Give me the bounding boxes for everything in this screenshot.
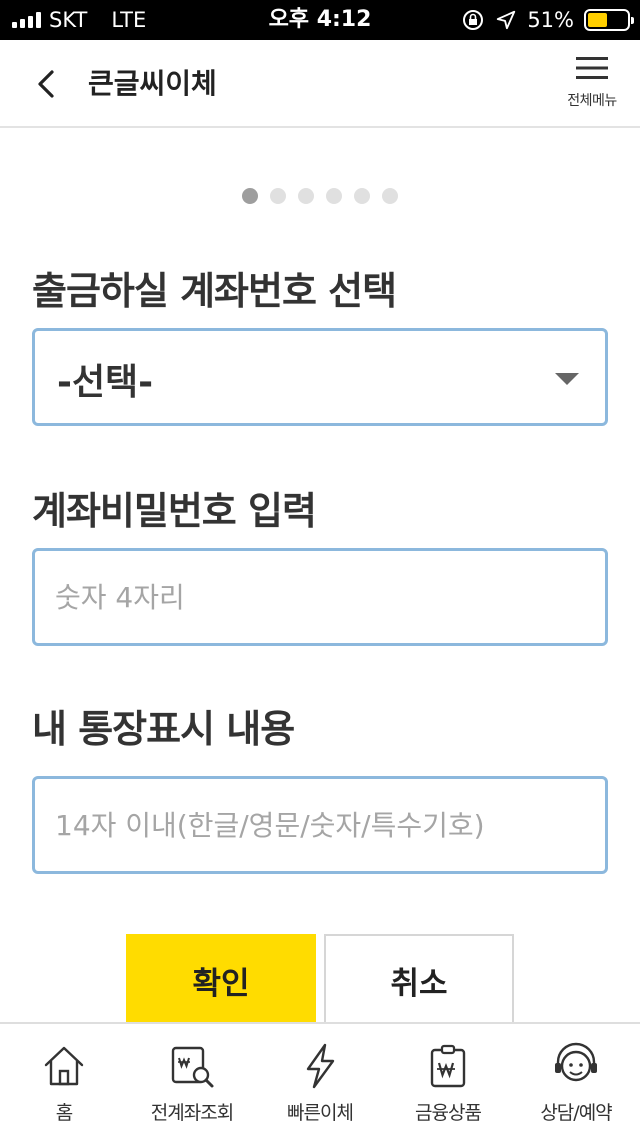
hamburger-menu-icon	[576, 57, 608, 79]
app-header: 큰글씨이체 전체메뉴	[0, 40, 640, 128]
all-menu-button[interactable]: 전체메뉴	[560, 54, 624, 118]
nav-item-home[interactable]: 홈	[0, 1024, 128, 1136]
home-icon	[44, 1046, 84, 1086]
step-dot	[354, 188, 370, 204]
location-arrow-icon	[497, 10, 516, 30]
battery-icon	[584, 9, 634, 31]
confirm-button[interactable]: 확인	[126, 934, 316, 1026]
battery-percent: 51%	[527, 8, 574, 32]
nav-label: 빠른이체	[287, 1102, 354, 1124]
nav-label: 홈	[55, 1102, 74, 1124]
lightning-icon	[306, 1043, 335, 1089]
account-select[interactable]: -선택-	[32, 328, 608, 426]
status-left: SKT LTE	[12, 0, 146, 40]
password-field-box	[32, 548, 608, 646]
carrier-name: SKT	[49, 8, 88, 32]
nav-item-quick-transfer[interactable]: 빠른이체	[256, 1024, 384, 1136]
page-title: 큰글씨이체	[88, 67, 217, 100]
orientation-lock-icon	[463, 10, 484, 30]
bottom-navigation: 홈 전계좌조회 빠른이체 금융상품 상담/예약	[0, 1022, 640, 1136]
nav-item-consultation[interactable]: 상담/예약	[512, 1024, 640, 1136]
password-input[interactable]	[35, 551, 605, 643]
cancel-button[interactable]: 취소	[324, 934, 514, 1026]
status-right: 51%	[461, 0, 634, 40]
signal-strength-icon	[12, 12, 41, 28]
memo-label: 내 통장표시 내용	[32, 707, 295, 751]
step-indicator	[0, 188, 640, 204]
nav-item-financial-products[interactable]: 금융상품	[384, 1024, 512, 1136]
account-search-icon	[171, 1046, 214, 1088]
all-menu-label: 전체메뉴	[567, 93, 617, 109]
memo-input[interactable]	[35, 779, 605, 871]
password-label: 계좌비밀번호 입력	[32, 489, 317, 533]
chevron-left-icon	[38, 70, 54, 98]
step-dot	[326, 188, 342, 204]
nav-label: 금융상품	[415, 1102, 482, 1124]
battery-level	[588, 13, 608, 27]
nav-item-all-accounts[interactable]: 전계좌조회	[128, 1024, 256, 1136]
step-dot	[298, 188, 314, 204]
dropdown-arrow-icon	[555, 373, 579, 385]
nav-label: 상담/예약	[540, 1102, 612, 1124]
account-select-value: -선택-	[57, 362, 154, 403]
step-dot	[382, 188, 398, 204]
nav-label: 전계좌조회	[150, 1102, 234, 1124]
step-dot-active	[242, 188, 258, 204]
back-button[interactable]	[28, 64, 68, 104]
step-dot	[270, 188, 286, 204]
account-select-label: 출금하실 계좌번호 선택	[32, 269, 397, 313]
consultation-icon	[555, 1042, 597, 1082]
network-type: LTE	[111, 8, 147, 32]
memo-field-box	[32, 776, 608, 874]
status-bar: SKT LTE 오후 4:12 51%	[0, 0, 640, 40]
financial-product-icon	[430, 1044, 466, 1088]
